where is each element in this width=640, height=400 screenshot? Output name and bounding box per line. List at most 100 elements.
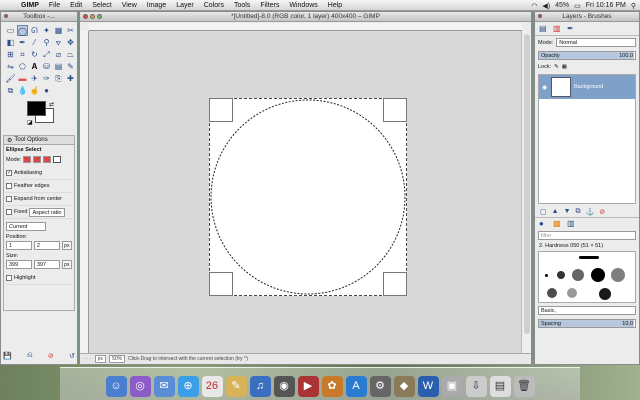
highlight-row[interactable]: Highlight [6,272,72,285]
eraser-tool-icon[interactable]: ▬ [17,73,28,84]
crop-tool-icon[interactable]: ⌗ [17,49,28,60]
airbrush-tool-icon[interactable]: ✈ [29,73,40,84]
position-x-input[interactable]: 1 [6,241,32,250]
wifi-icon[interactable]: ◠ [531,2,537,10]
brush-2[interactable] [557,271,565,279]
channels-tab-icon[interactable]: ▥ [553,24,564,34]
layer-name[interactable]: Background [574,84,603,90]
minimize-icon[interactable] [90,14,95,19]
clock[interactable]: Fri 10:16 PM [586,2,626,9]
color-picker-tool-icon[interactable]: ⁄ [29,37,40,48]
scroll-thumb[interactable] [524,34,530,334]
vertical-scrollbar[interactable] [521,31,531,354]
reset-options-icon[interactable]: ↺ [69,352,75,362]
restore-options-icon[interactable]: ⎌ [27,352,33,362]
zoom-select[interactable]: 50% [109,355,126,363]
brush-5[interactable] [611,268,625,282]
position-unit-select[interactable]: px [61,241,73,250]
gradients-tab-icon[interactable]: ▥ [567,219,578,229]
size-h-input[interactable]: 397 [33,260,60,269]
menu-app[interactable]: GIMP [16,2,44,9]
mode-replace-button[interactable] [23,156,32,163]
corner-handle-top-right[interactable] [383,98,407,122]
new-layer-icon[interactable]: ▢ [540,208,547,216]
fixed-checkbox[interactable] [6,209,12,215]
brushes-tab-icon[interactable]: ● [539,219,550,229]
feather-checkbox[interactable] [6,183,12,189]
paths-tool-icon[interactable]: ✒ [17,37,28,48]
menu-image[interactable]: Image [142,2,171,9]
reset-colors-icon[interactable]: ◪ [27,119,33,126]
brush-7[interactable] [547,288,557,298]
word-icon[interactable]: W [417,376,439,397]
free-select-tool-icon[interactable]: ᘏ [29,25,40,36]
corner-handle-bottom-left[interactable] [209,272,233,296]
corner-handle-bottom-right[interactable] [383,272,407,296]
image-titlebar[interactable]: *[Untitled]-8.0 (RGB color, 1 layer) 400… [80,12,531,22]
ellipse-select-tool-icon[interactable]: ◯ [17,25,28,36]
visibility-eye-icon[interactable]: ◉ [542,84,548,91]
heal-tool-icon[interactable]: ✚ [65,73,76,84]
position-y-input[interactable]: 2 [33,241,60,250]
gimp-icon[interactable]: ◆ [393,376,415,397]
close-icon[interactable] [4,14,8,18]
blend-tool-icon[interactable]: ▤ [53,61,64,72]
brush-filter-input[interactable]: filter [538,231,636,240]
raise-layer-icon[interactable]: ▲ [552,208,559,215]
scale-tool-icon[interactable]: ⤢ [41,49,52,60]
finder-icon[interactable]: ☺ [105,376,127,397]
battery-icon[interactable]: ▭ [574,2,581,10]
itunes-icon[interactable]: ♫ [249,376,271,397]
menu-view[interactable]: View [117,2,142,9]
size-w-input[interactable]: 399 [6,260,32,269]
swap-colors-icon[interactable]: ⇄ [49,101,54,108]
mode-subtract-button[interactable] [43,156,52,163]
save-options-icon[interactable]: 💾 [3,352,12,362]
menu-colors[interactable]: Colors [199,2,229,9]
duplicate-layer-icon[interactable]: ⧉ [576,208,581,216]
close-icon[interactable] [83,14,88,19]
brush-3[interactable] [572,269,584,281]
expand-row[interactable]: Expand from center [6,193,72,206]
lock-alpha-icon[interactable]: ▦ [562,64,567,70]
downloads-stack-icon[interactable]: ⇩ [465,376,487,397]
flip-tool-icon[interactable]: ⇋ [5,61,16,72]
brush-grid[interactable] [538,251,636,303]
tool-options-tab[interactable]: ⚙ Tool Options [3,135,75,145]
unit-select[interactable]: px [94,355,107,363]
pencil-tool-icon[interactable]: ✎ [65,61,76,72]
measure-tool-icon[interactable]: ⦡ [53,37,64,48]
canvas-area[interactable] [89,31,522,354]
battery-percent[interactable]: 45% [555,2,569,9]
color-select-tool-icon[interactable]: ▦ [53,25,64,36]
layers-tab-icon[interactable]: ▤ [539,24,550,34]
notes-icon[interactable]: ✎ [225,376,247,397]
feather-row[interactable]: Feather edges [6,180,72,193]
foreground-color[interactable] [27,101,46,116]
menu-filters[interactable]: Filters [255,2,284,9]
paths-tab-icon[interactable]: ✒ [567,24,578,34]
brush-4[interactable] [591,268,605,282]
align-tool-icon[interactable]: ⊞ [5,49,16,60]
delete-options-icon[interactable]: ⊘ [48,352,54,362]
image-canvas[interactable] [209,98,407,296]
preview-icon[interactable]: ▣ [441,376,463,397]
trash-icon[interactable]: 🗑 [513,376,535,397]
layer-mode-select[interactable]: Normal [556,38,636,47]
menu-tools[interactable]: Tools [229,2,255,9]
scissors-tool-icon[interactable]: ✂ [65,25,76,36]
brush-6[interactable] [579,256,599,259]
menu-select[interactable]: Select [87,2,116,9]
ink-tool-icon[interactable]: ✑ [41,73,52,84]
bucket-fill-tool-icon[interactable]: ⛁ [41,61,52,72]
foreground-select-tool-icon[interactable]: ◧ [5,37,16,48]
toolbox-titlebar[interactable]: Toolbox -... [1,12,77,22]
blur-tool-icon[interactable]: 💧 [17,85,28,96]
expand-checkbox[interactable] [6,196,12,202]
brush-1[interactable] [545,274,548,277]
menu-help[interactable]: Help [323,2,347,9]
horizontal-ruler[interactable] [89,23,522,31]
shear-tool-icon[interactable]: ⧄ [53,49,64,60]
layer-row[interactable]: ◉ Background [539,75,635,99]
rotate-tool-icon[interactable]: ↻ [29,49,40,60]
